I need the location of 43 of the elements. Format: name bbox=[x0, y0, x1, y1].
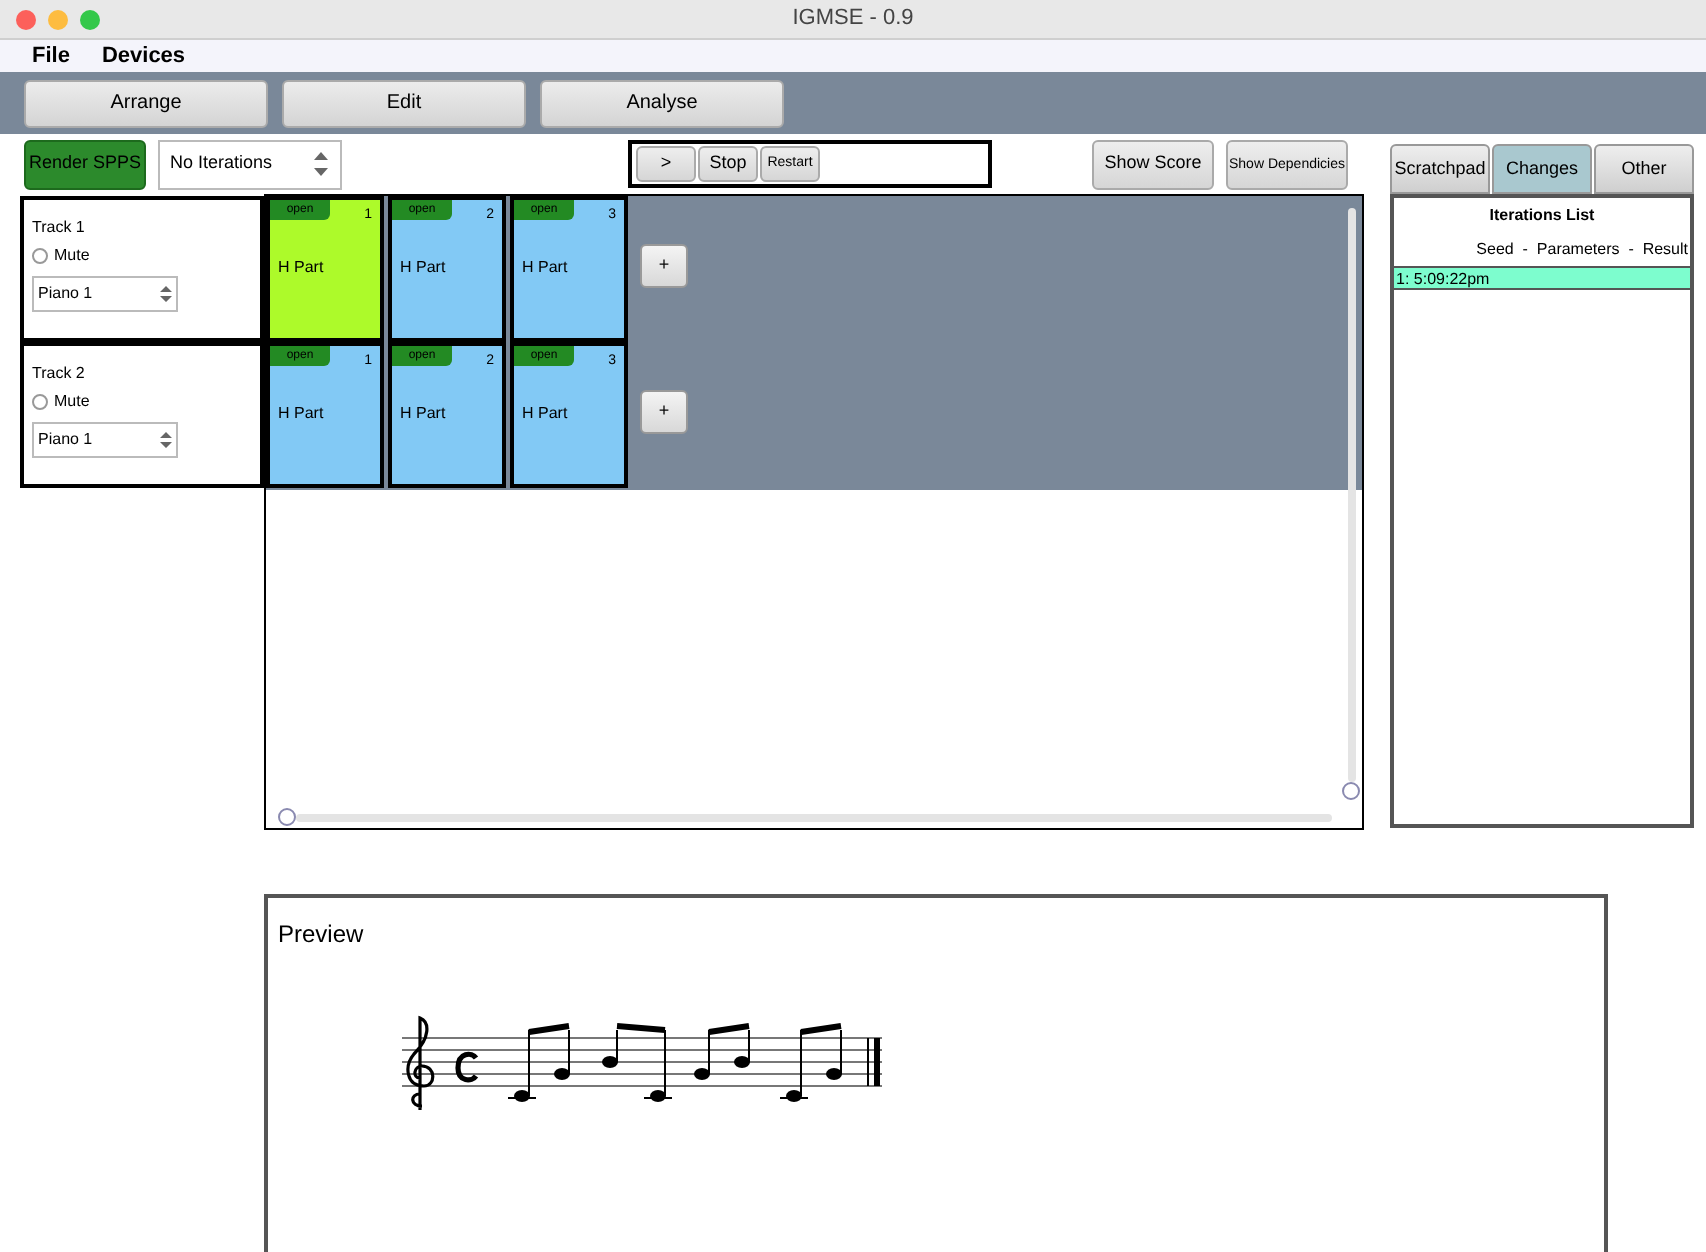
track-name: Track 1 bbox=[32, 220, 85, 236]
add-part-button[interactable]: + bbox=[640, 244, 688, 288]
mute-radio[interactable] bbox=[32, 394, 48, 410]
part-label: H Part bbox=[278, 260, 324, 276]
scroll-thumb[interactable] bbox=[1342, 782, 1360, 800]
instrument-select[interactable]: Piano 1 bbox=[32, 276, 178, 312]
scroll-thumb[interactable] bbox=[278, 808, 296, 826]
iterations-select[interactable]: No Iterations bbox=[158, 139, 342, 189]
side-tab[interactable]: Changes bbox=[1492, 144, 1592, 194]
part-label: H Part bbox=[522, 406, 568, 422]
part-label: H Part bbox=[400, 406, 446, 422]
mode-button[interactable]: Analyse bbox=[540, 79, 784, 127]
track-name: Track 2 bbox=[32, 366, 85, 382]
iteration-item[interactable]: 1: 5:09:22pm bbox=[1394, 266, 1690, 290]
add-part-button[interactable]: + bbox=[640, 390, 688, 434]
menu-item[interactable]: Devices bbox=[101, 45, 186, 67]
mute-label: Mute bbox=[54, 394, 90, 410]
side-tab[interactable]: Scratchpad bbox=[1390, 144, 1490, 194]
close-icon[interactable] bbox=[16, 10, 36, 30]
stepper-icon bbox=[160, 430, 172, 450]
mode-button[interactable]: Arrange bbox=[24, 79, 268, 127]
mute-radio[interactable] bbox=[32, 248, 48, 264]
menu-item[interactable]: File bbox=[32, 45, 70, 67]
part-label: H Part bbox=[400, 260, 446, 276]
instrument-select[interactable]: Piano 1 bbox=[32, 422, 178, 458]
window-title: IGMSE - 0.9 bbox=[792, 4, 914, 35]
stepper-icon bbox=[160, 284, 172, 304]
column-header: Seed - Parameters - Result bbox=[1476, 238, 1688, 262]
side-tab[interactable]: Other bbox=[1594, 144, 1694, 194]
stepper-icon bbox=[312, 150, 330, 178]
iterations-title: Iterations List bbox=[1489, 204, 1595, 228]
mute-label: Mute bbox=[54, 248, 90, 264]
horizontal-scrollbar[interactable] bbox=[278, 808, 1332, 826]
part-label: H Part bbox=[278, 406, 324, 422]
mode-button[interactable]: Edit bbox=[282, 79, 526, 127]
show-score-button[interactable]: Show Score bbox=[1092, 139, 1214, 189]
transport-button[interactable]: > bbox=[636, 146, 696, 182]
vertical-scrollbar[interactable] bbox=[1342, 208, 1360, 800]
render-button[interactable]: Render SPPS bbox=[24, 139, 146, 189]
part-label: H Part bbox=[522, 260, 568, 276]
preview-title: Preview bbox=[278, 920, 364, 948]
transport-button[interactable]: Stop bbox=[698, 146, 758, 182]
maximize-icon[interactable] bbox=[80, 10, 100, 30]
